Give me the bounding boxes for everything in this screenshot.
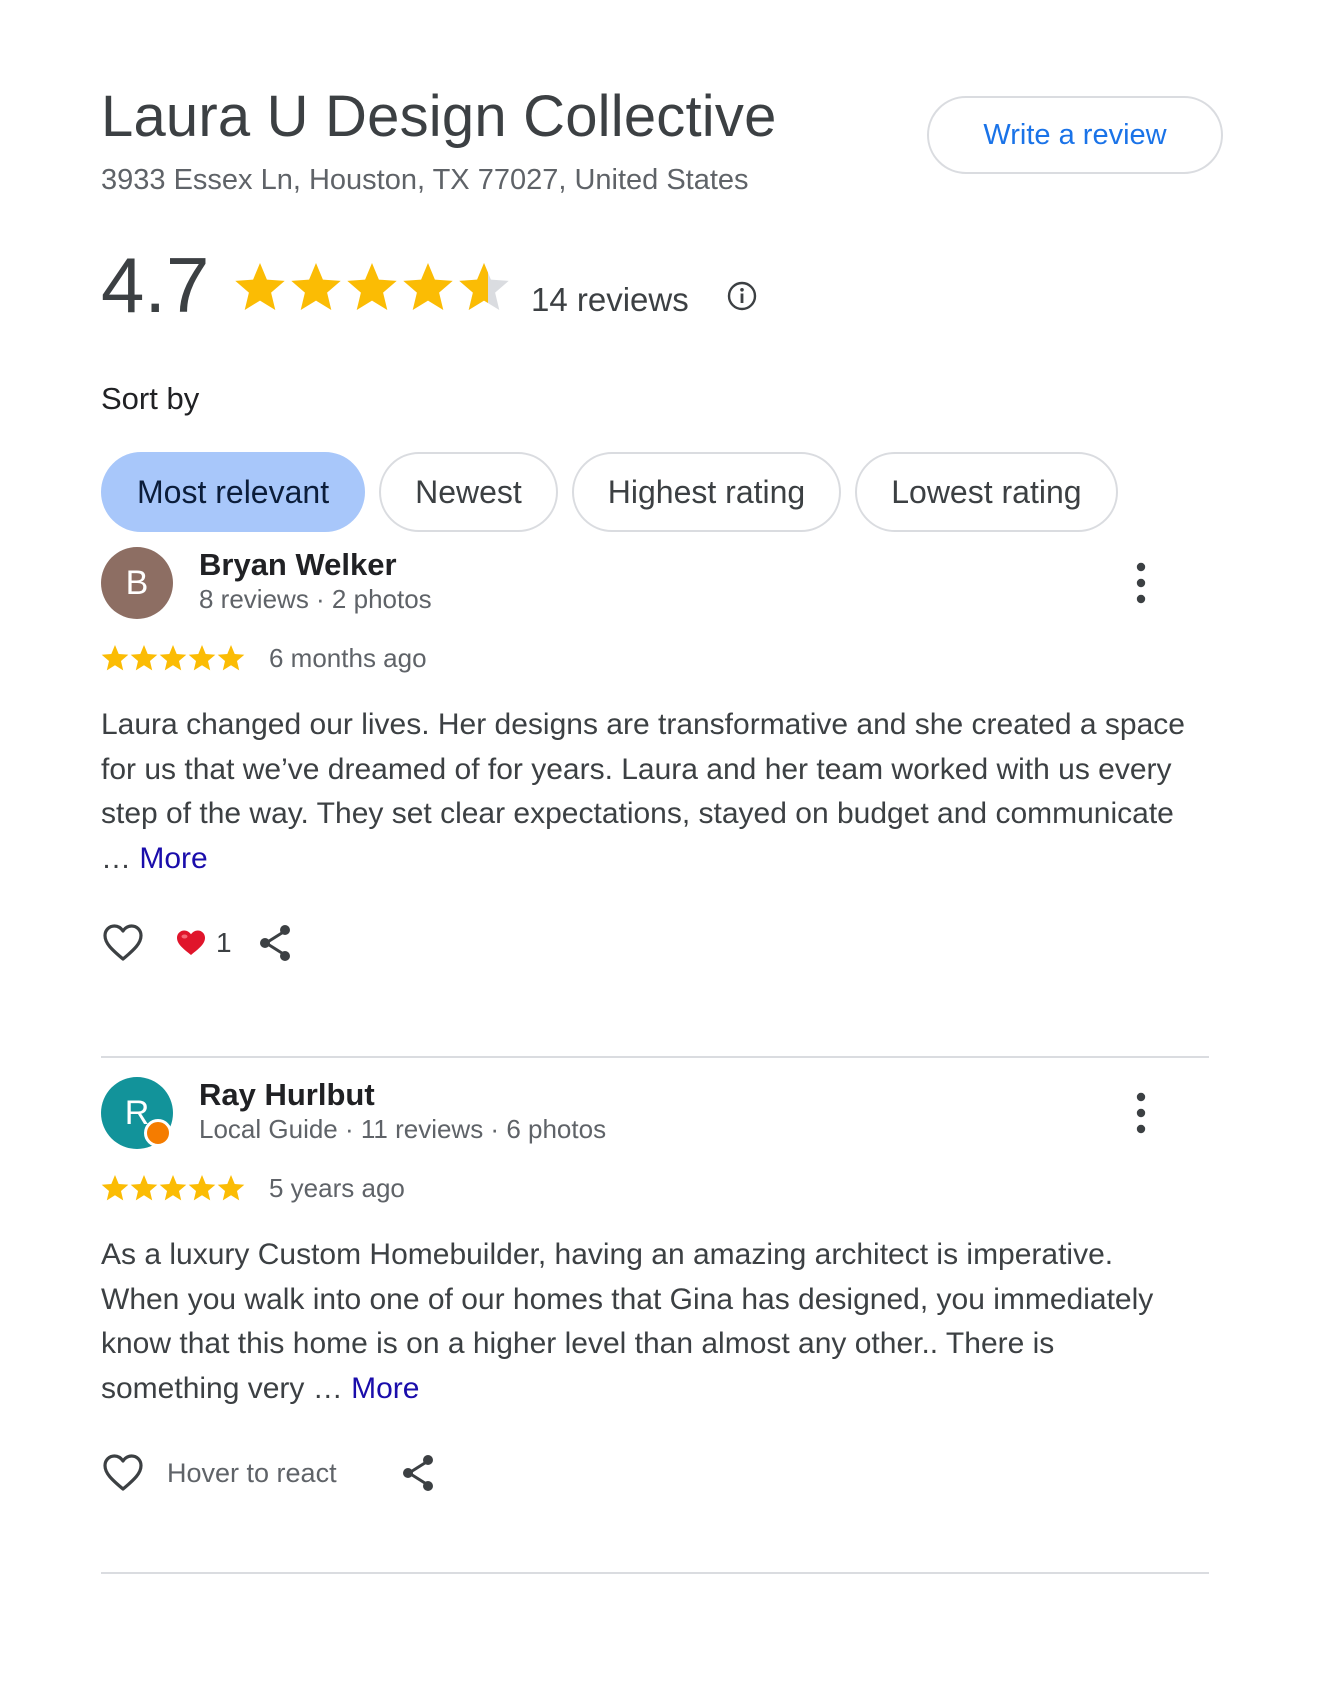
reviewer-meta: Local Guide · 11 reviews · 6 photos [199, 1114, 607, 1144]
star-icon [235, 263, 285, 310]
reviewer-meta: 8 reviews · 2 photos [199, 584, 432, 614]
sort-chips: Most relevant Newest Highest rating Lowe… [101, 452, 1118, 532]
star-icon [291, 263, 341, 310]
review-text: As a luxury Custom Homebuilder, having a… [101, 1233, 1191, 1411]
avatar[interactable]: R [101, 1077, 173, 1149]
more-vert-icon[interactable] [1131, 1091, 1151, 1135]
divider [101, 1572, 1209, 1574]
share-icon[interactable] [256, 923, 294, 963]
rating-value: 4.7 [101, 241, 210, 329]
share-icon[interactable] [399, 1453, 437, 1493]
review-time: 5 years ago [269, 1173, 405, 1203]
review-time: 6 months ago [269, 643, 427, 673]
sort-chip-newest[interactable]: Newest [379, 452, 558, 532]
review-text: Laura changed our lives. Her designs are… [101, 703, 1191, 881]
divider [101, 1056, 1209, 1058]
star-icon [347, 263, 397, 310]
sort-chip-most-relevant[interactable]: Most relevant [101, 452, 366, 532]
local-guide-badge-icon [144, 1119, 172, 1147]
place-title: Laura U Design Collective [101, 84, 777, 149]
sort-chip-highest-rating[interactable]: Highest rating [571, 452, 842, 532]
review-text-body: As a luxury Custom Homebuilder, having a… [101, 1238, 1154, 1405]
more-link[interactable]: More [139, 842, 207, 875]
review-count: 14 reviews [531, 281, 689, 318]
star-icon [403, 263, 453, 310]
hover-to-react-label: Hover to react [167, 1458, 337, 1488]
reaction-count: 1 [216, 927, 232, 958]
review-text-body: Laura changed our lives. Her designs are… [101, 708, 1185, 875]
write-review-button[interactable]: Write a review [927, 96, 1223, 174]
place-address: 3933 Essex Ln, Houston, TX 77027, United… [101, 164, 749, 196]
review-actions: Hover to react [101, 1451, 701, 1495]
more-vert-icon[interactable] [1131, 561, 1151, 605]
review-stars [101, 1175, 245, 1201]
info-icon[interactable] [726, 280, 758, 312]
rating-summary: 4.7 14 reviews [101, 240, 901, 330]
rating-stars [235, 263, 509, 310]
review-card: R Ray Hurlbut Local Guide · 11 reviews ·… [101, 1077, 1209, 1574]
more-link[interactable]: More [351, 1372, 419, 1405]
review-actions: 1 [101, 921, 701, 965]
heart-outline-icon[interactable] [101, 921, 145, 965]
sort-chip-lowest-rating[interactable]: Lowest rating [855, 452, 1118, 532]
review-card: B Bryan Welker 8 reviews · 2 photos 6 mo… [101, 547, 1209, 1058]
reviewer-name[interactable]: Bryan Welker [199, 547, 397, 583]
place-header: Laura U Design Collective 3933 Essex Ln,… [101, 82, 1223, 202]
red-heart-icon[interactable] [176, 929, 206, 957]
heart-outline-icon[interactable] [101, 1451, 145, 1495]
avatar[interactable]: B [101, 547, 173, 619]
sort-label: Sort by [101, 381, 200, 416]
reviewer-name[interactable]: Ray Hurlbut [199, 1077, 375, 1113]
review-stars [101, 645, 245, 671]
